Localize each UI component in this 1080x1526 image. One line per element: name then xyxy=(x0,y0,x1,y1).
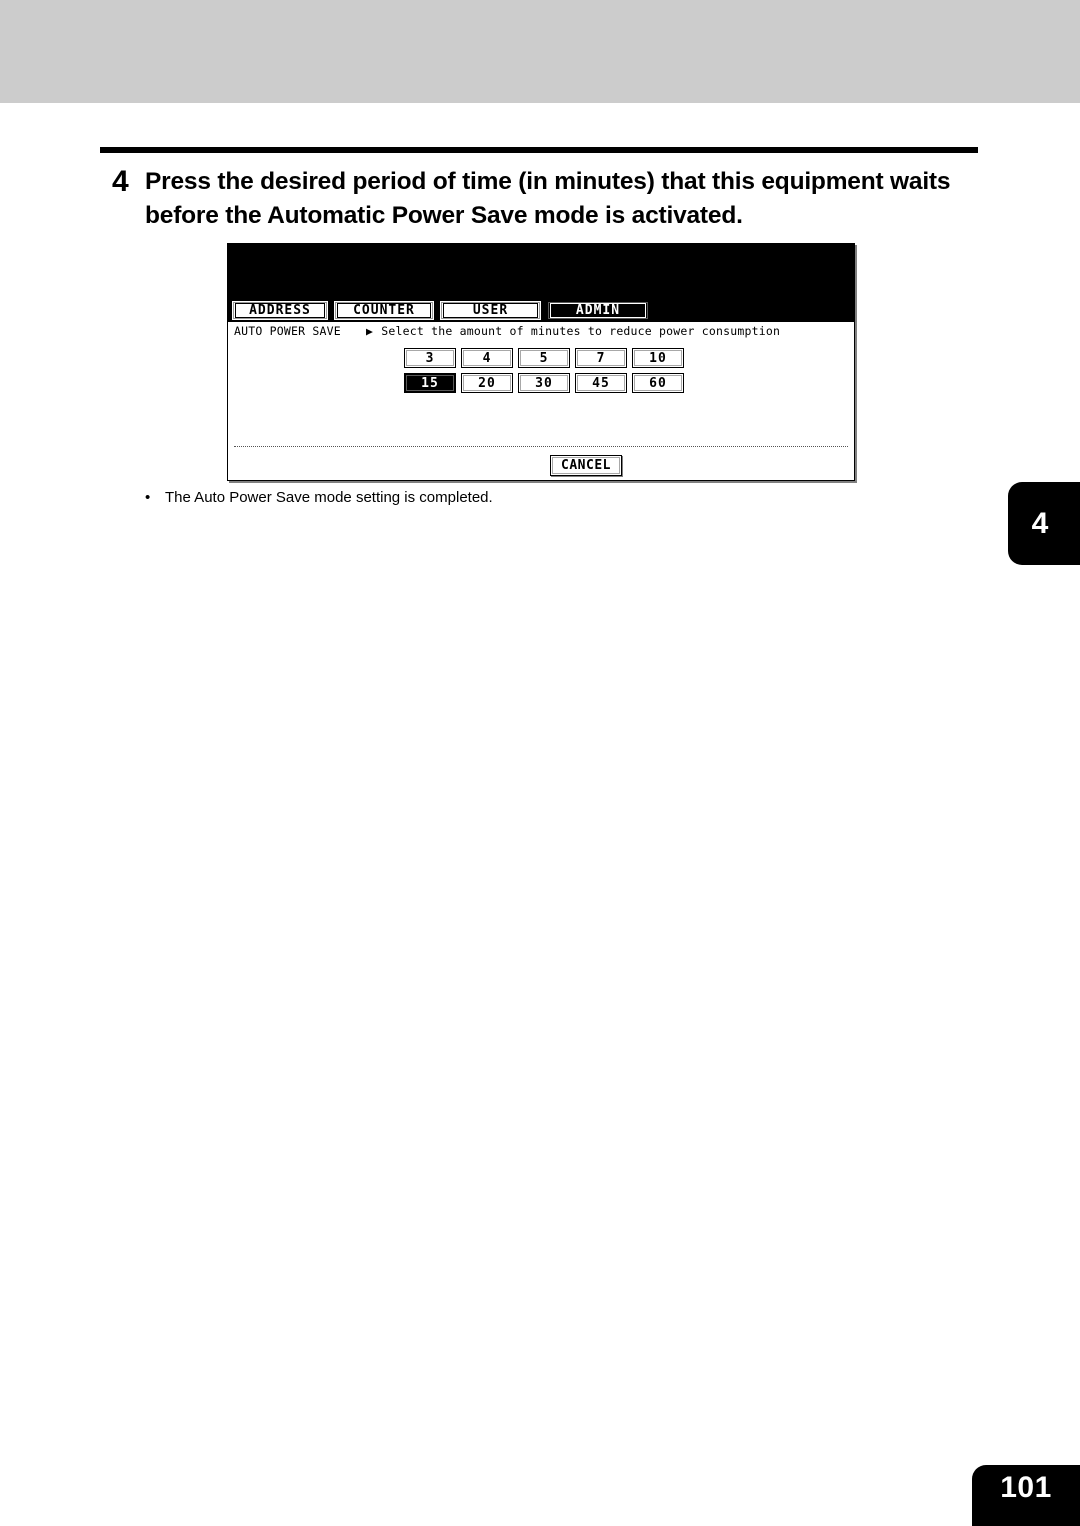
cancel-button[interactable]: CANCEL xyxy=(550,455,622,476)
minute-button-4[interactable]: 4 xyxy=(461,348,513,368)
minute-button-10[interactable]: 10 xyxy=(632,348,684,368)
right-triangle-icon: ▶ xyxy=(365,324,374,338)
page-number: 101 xyxy=(1000,1471,1052,1504)
minute-row-2: 15 20 30 45 60 xyxy=(404,373,692,393)
tab-user-label: USER xyxy=(443,303,538,318)
minute-button-30[interactable]: 30 xyxy=(518,373,570,393)
minute-button-5[interactable]: 5 xyxy=(518,348,570,368)
completion-note: • The Auto Power Save mode setting is com… xyxy=(145,489,493,506)
step-heading-block: 4 Press the desired period of time (in m… xyxy=(100,165,980,233)
step-instruction-text: Press the desired period of time (in min… xyxy=(145,168,951,229)
page-number-tab: 101 xyxy=(972,1465,1080,1526)
minute-button-45[interactable]: 45 xyxy=(575,373,627,393)
chapter-thumb-tab: 4 xyxy=(1008,482,1080,565)
minute-button-3[interactable]: 3 xyxy=(404,348,456,368)
minute-button-7[interactable]: 7 xyxy=(575,348,627,368)
control-panel-screenshot: ADDRESS COUNTER USER ADMIN AUTO POWER SA… xyxy=(227,243,855,481)
tab-address[interactable]: ADDRESS xyxy=(231,300,329,321)
minute-button-60[interactable]: 60 xyxy=(632,373,684,393)
heading-rule xyxy=(100,147,978,153)
lcd-divider xyxy=(234,446,848,448)
lcd-status-line: AUTO POWER SAVE ▶ Select the amount of m… xyxy=(234,324,846,338)
minute-button-15[interactable]: 15 xyxy=(404,373,456,393)
tab-admin[interactable]: ADMIN xyxy=(546,300,650,321)
tab-user[interactable]: USER xyxy=(439,300,542,321)
minute-row-1: 3 4 5 7 10 xyxy=(404,348,692,368)
lcd-tab-strip: ADDRESS COUNTER USER ADMIN xyxy=(228,299,854,322)
minute-selection-grid: 3 4 5 7 10 15 20 30 45 60 xyxy=(404,348,692,398)
status-message: Select the amount of minutes to reduce p… xyxy=(381,324,781,338)
step-number: 4 xyxy=(112,165,129,198)
status-function-label: AUTO POWER SAVE xyxy=(234,324,341,338)
page-header-band xyxy=(0,0,1080,103)
tab-admin-label: ADMIN xyxy=(550,303,646,318)
tab-address-label: ADDRESS xyxy=(235,303,325,318)
bullet-icon: • xyxy=(145,489,151,506)
tab-counter[interactable]: COUNTER xyxy=(333,300,435,321)
completion-note-text: The Auto Power Save mode setting is comp… xyxy=(165,489,493,506)
minute-button-20[interactable]: 20 xyxy=(461,373,513,393)
chapter-number: 4 xyxy=(1031,506,1049,540)
lcd-status-header xyxy=(228,244,854,299)
tab-counter-label: COUNTER xyxy=(337,303,431,318)
